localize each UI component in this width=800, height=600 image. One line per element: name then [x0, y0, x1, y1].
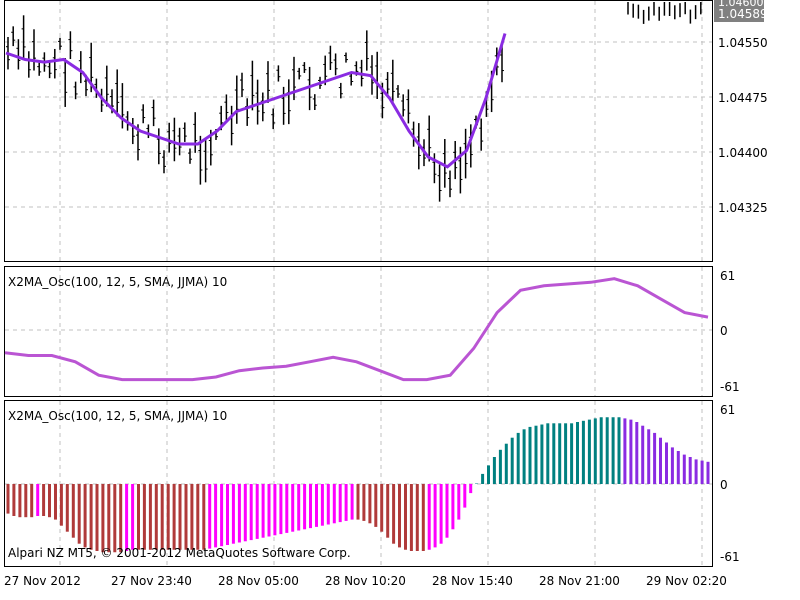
- osc-line: [4, 277, 709, 382]
- price-grid: [5, 1, 712, 261]
- chart-canvas: 1.04550 1.04475 1.04400 1.04325 1.04600 …: [4, 0, 768, 588]
- hist-bars: [6, 417, 710, 553]
- time-label-2: 27 Nov 23:40: [111, 574, 192, 588]
- price-label-4: 1.04325: [718, 201, 768, 215]
- price-label-1: 1.04550: [718, 36, 768, 50]
- time-label-3: 28 Nov 05:00: [218, 574, 299, 588]
- time-label-1: 27 Nov 2012: [4, 574, 81, 588]
- osc-label-bottom: -61: [720, 380, 740, 394]
- hist-label-zero: 0: [720, 478, 728, 492]
- osc-label-top: 61: [720, 269, 735, 283]
- hist-title: X2MA_Osc(100, 12, 5, SMA, JJMA) 10: [8, 409, 227, 423]
- osc-title: X2MA_Osc(100, 12, 5, SMA, JJMA) 10: [8, 275, 227, 289]
- osc-label-zero: 0: [720, 324, 728, 338]
- price-label-3: 1.04400: [718, 146, 768, 160]
- hist-label-bottom: -61: [720, 550, 740, 564]
- price-label-2: 1.04475: [718, 91, 768, 105]
- time-label-4: 28 Nov 10:20: [325, 574, 406, 588]
- hist-axis: 61 0 -61: [720, 403, 740, 564]
- copyright-text: Alpari NZ MT5, © 2001-2012 MetaQuotes So…: [8, 546, 351, 560]
- price-bars: [6, 2, 702, 202]
- price-axis: 1.04550 1.04475 1.04400 1.04325 1.04600 …: [714, 0, 768, 215]
- time-axis: 27 Nov 2012 27 Nov 23:40 28 Nov 05:00 28…: [4, 574, 727, 588]
- time-label-6: 28 Nov 21:00: [539, 574, 620, 588]
- osc-axis: 61 0 -61: [720, 269, 740, 394]
- time-label-5: 28 Nov 15:40: [432, 574, 513, 588]
- hist-label-top: 61: [720, 403, 735, 417]
- price-panel-frame: [4, 0, 713, 262]
- time-label-7: 29 Nov 02:20: [646, 574, 727, 588]
- current-price-label: 1.04589: [718, 7, 768, 21]
